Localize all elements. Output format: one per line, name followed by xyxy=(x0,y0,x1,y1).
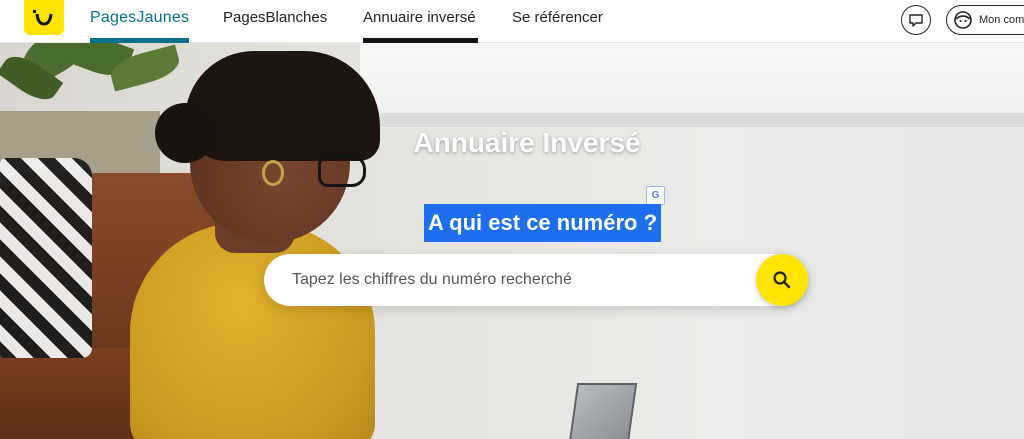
patterned-pillow xyxy=(0,158,92,358)
search-button[interactable] xyxy=(756,254,808,306)
search-bar xyxy=(264,254,808,306)
nav-annuaire-inverse[interactable]: Annuaire inversé xyxy=(363,0,478,43)
hoop-earring xyxy=(262,160,284,186)
hero-title: Annuaire Inversé xyxy=(413,127,641,158)
nav-pagesblanches[interactable]: PagesBlanches xyxy=(223,0,327,43)
nav-se-referencer[interactable]: Se référencer xyxy=(512,0,603,43)
chat-bubble-icon xyxy=(909,14,923,27)
laptop xyxy=(568,383,638,439)
nav-pagesjaunes-label: PagesJaunes xyxy=(90,9,190,26)
account-button[interactable]: Mon compte xyxy=(946,5,1024,35)
chat-button[interactable] xyxy=(901,5,931,35)
account-label: Mon compte xyxy=(979,14,1024,26)
nav-pagesblanches-label: PagesBlanches xyxy=(223,9,328,26)
translate-icon-glyph: G xyxy=(651,190,660,201)
translate-icon[interactable]: G xyxy=(646,186,665,205)
user-face-icon xyxy=(954,11,972,29)
nav-annuaire-inverse-label: Annuaire inversé xyxy=(363,9,476,26)
phone-number-search-input[interactable] xyxy=(292,254,742,306)
search-icon xyxy=(773,271,791,289)
nav-se-referencer-label: Se référencer xyxy=(512,9,603,26)
background-window-frame xyxy=(380,113,1024,127)
top-header: PagesJaunes PagesBlanches Annuaire inver… xyxy=(0,0,1024,43)
nav-current-underline xyxy=(363,38,478,43)
nav-pagesjaunes[interactable]: PagesJaunes xyxy=(90,0,189,43)
pagesjaunes-logo[interactable] xyxy=(24,0,64,35)
eyeglasses xyxy=(318,155,366,187)
nav-active-underline xyxy=(90,38,189,43)
hero-subtitle-selected: A qui est ce numéro ? xyxy=(424,204,662,242)
smile-logo-icon xyxy=(33,10,53,26)
